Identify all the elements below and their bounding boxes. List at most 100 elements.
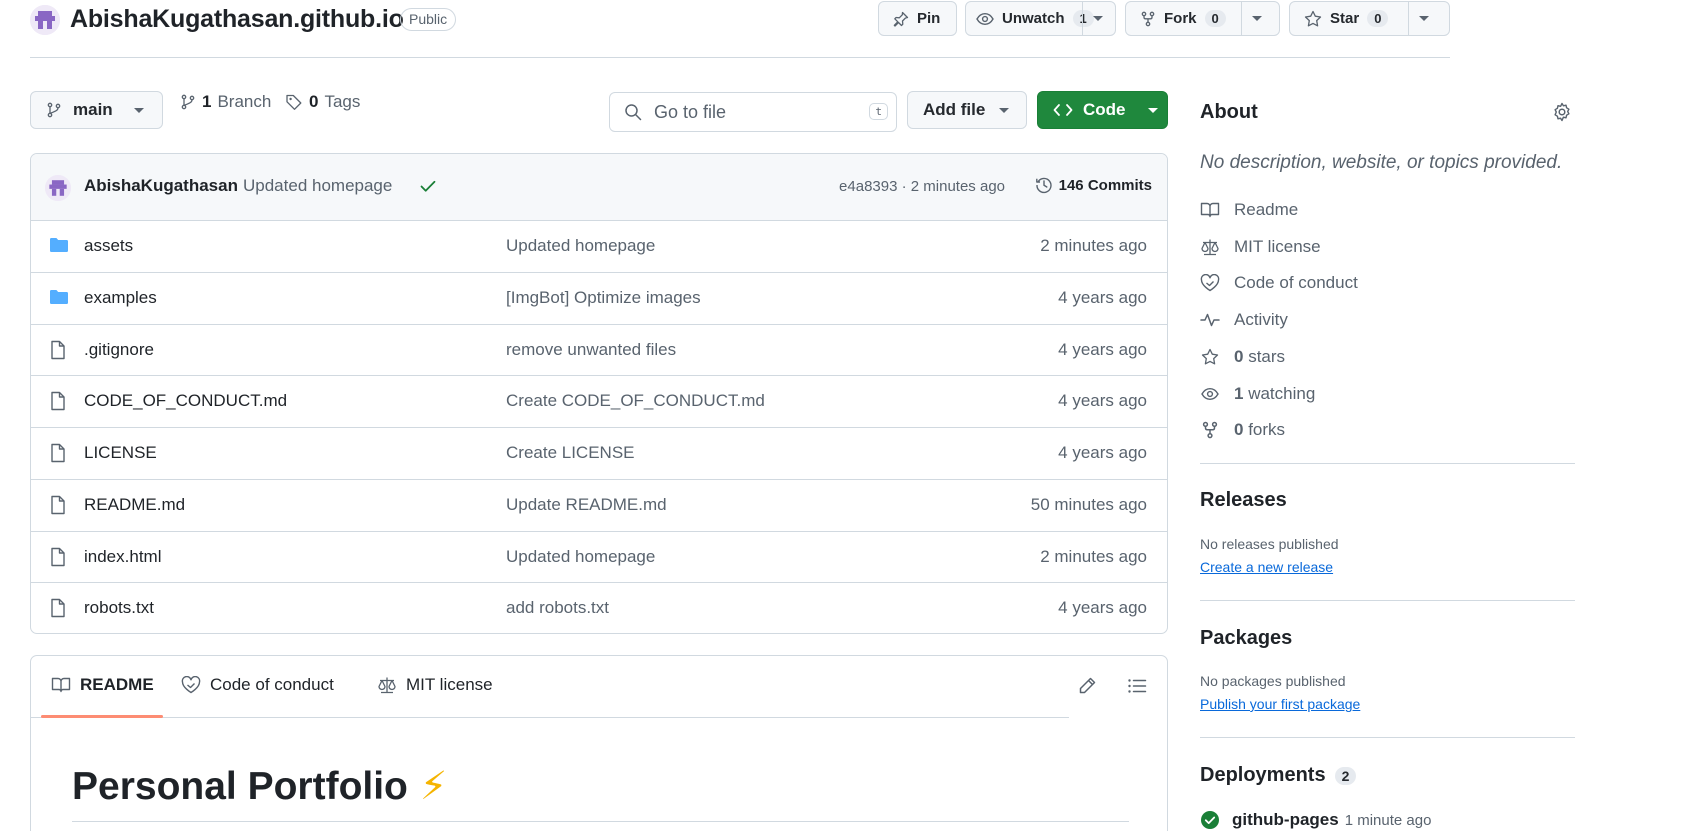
file-row[interactable]: LICENSE Create LICENSE 4 years ago [31,428,1167,480]
commit-meta[interactable]: e4a8393 · 2 minutes ago [839,178,1005,195]
tab-label: README [80,675,154,694]
readme-heading-text: Personal Portfolio [72,764,408,808]
chevron-down-icon [1147,107,1158,113]
file-name[interactable]: examples [84,288,157,308]
commit-author-avatar[interactable] [45,175,71,201]
file-row[interactable]: CODE_OF_CONDUCT.md Create CODE_OF_CONDUC… [31,376,1167,428]
branch-icon [180,94,196,110]
code-button[interactable]: Code [1037,91,1168,129]
file-commit-message[interactable]: remove unwanted files [506,340,676,360]
file-commit-message[interactable]: Updated homepage [506,236,655,256]
law-icon [377,676,397,694]
deployment-env[interactable]: github-pages [1232,810,1339,830]
folder-icon [49,288,69,306]
outline-list-icon[interactable] [1127,676,1147,696]
commit-message[interactable]: Updated homepage [243,176,392,196]
file-row[interactable]: index.html Updated homepage 2 minutes ag… [31,532,1167,584]
pin-icon [893,11,909,27]
branches-link[interactable]: 1 Branch [180,92,271,112]
tab-code-of-conduct[interactable]: Code of conduct [181,675,334,695]
sidebar-divider [1200,463,1575,464]
go-to-file-search[interactable]: Go to file t [609,92,897,132]
create-release-link[interactable]: Create a new release [1200,559,1333,575]
publish-package-link[interactable]: Publish your first package [1200,696,1360,712]
star-dropdown[interactable] [1409,2,1439,35]
fork-dropdown[interactable] [1242,2,1272,35]
about-readme-link[interactable]: Readme [1200,200,1298,220]
about-activity-link[interactable]: Activity [1200,310,1288,330]
book-icon [1200,201,1220,219]
owner-avatar[interactable] [30,5,60,35]
readme-tools [1077,676,1147,696]
stars-label: stars [1248,347,1286,366]
watching-count: 1 [1234,384,1244,403]
fork-button[interactable]: Fork 0 [1125,1,1280,36]
file-commit-message[interactable]: Update README.md [506,495,667,515]
file-name[interactable]: index.html [84,547,161,567]
tags-label: Tags [324,92,361,111]
fork-label: Fork [1164,10,1197,27]
branch-selector[interactable]: main [30,91,163,129]
add-file-label: Add file [923,100,986,119]
file-name[interactable]: assets [84,236,133,256]
pencil-icon[interactable] [1077,676,1097,696]
watching-label: watching [1248,384,1316,403]
about-conduct-link[interactable]: Code of conduct [1200,273,1358,293]
file-row[interactable]: README.md Update README.md 50 minutes ag… [31,480,1167,532]
file-name[interactable]: README.md [84,495,185,515]
tab-label: MIT license [406,675,493,694]
commits-link[interactable]: 146 Commits [1035,176,1152,194]
about-watching-link[interactable]: 1 watching [1200,384,1315,404]
commit-author[interactable]: AbishaKugathasan [84,176,238,196]
gear-icon[interactable] [1552,102,1572,122]
deployment-item[interactable]: github-pages 1 minute ago [1200,810,1431,830]
tags-link[interactable]: 0 Tags [285,92,360,112]
about-license-label: MIT license [1234,237,1321,256]
file-icon [49,547,67,567]
file-age: 4 years ago [1058,339,1147,359]
about-forks-link[interactable]: 0 forks [1200,420,1285,440]
file-commit-message[interactable]: Updated homepage [506,547,655,567]
deployments-heading[interactable]: Deployments 2 [1200,764,1357,787]
fork-counter: 0 [1204,10,1226,27]
file-age: 4 years ago [1058,391,1147,411]
file-age: 2 minutes ago [1040,236,1147,255]
branches-label: Branch [217,92,272,111]
pin-button[interactable]: Pin [878,1,957,36]
file-row[interactable]: assets Updated homepage 2 minutes ago [31,221,1167,273]
star-label: Star [1330,10,1360,27]
tab-label: Code of conduct [210,675,334,694]
about-stars-link[interactable]: 0 stars [1200,347,1285,367]
add-file-button[interactable]: Add file [907,91,1027,129]
latest-commit-bar: AbishaKugathasan Updated homepage e4a839… [31,154,1167,221]
file-name[interactable]: LICENSE [84,443,157,463]
file-commit-message[interactable]: add robots.txt [506,598,609,618]
watch-dropdown[interactable] [1083,2,1113,35]
star-icon [1304,10,1322,28]
packages-heading[interactable]: Packages [1200,627,1292,650]
tag-icon [285,93,303,111]
releases-heading[interactable]: Releases [1200,489,1287,512]
search-placeholder: Go to file [654,101,727,122]
file-row[interactable]: robots.txt add robots.txt 4 years ago [31,583,1167,633]
readme-heading: Personal Portfolio ⚡ [72,764,1129,822]
check-circle-icon [1200,810,1220,830]
tab-readme[interactable]: README [51,675,154,695]
commits-label: 146 Commits [1058,176,1152,194]
file-row[interactable]: examples [ImgBot] Optimize images 4 year… [31,273,1167,325]
file-commit-message[interactable]: [ImgBot] Optimize images [506,288,701,308]
about-license-link[interactable]: MIT license [1200,237,1321,257]
repo-name[interactable]: AbishaKugathasan.github.io [70,5,404,34]
check-icon[interactable] [419,178,437,194]
lightning-emoji: ⚡ [419,765,448,808]
file-commit-message[interactable]: Create CODE_OF_CONDUCT.md [506,391,765,411]
file-name[interactable]: robots.txt [84,598,154,618]
file-commit-message[interactable]: Create LICENSE [506,443,635,463]
file-name[interactable]: CODE_OF_CONDUCT.md [84,391,287,411]
unwatch-button[interactable]: Unwatch 1 [965,1,1116,36]
star-button[interactable]: Star 0 [1289,1,1450,36]
readme-tabs: README Code of conduct MIT license [31,656,1069,718]
file-row[interactable]: .gitignore remove unwanted files 4 years… [31,325,1167,377]
file-name[interactable]: .gitignore [84,340,154,360]
tab-mit-license[interactable]: MIT license [377,675,493,695]
